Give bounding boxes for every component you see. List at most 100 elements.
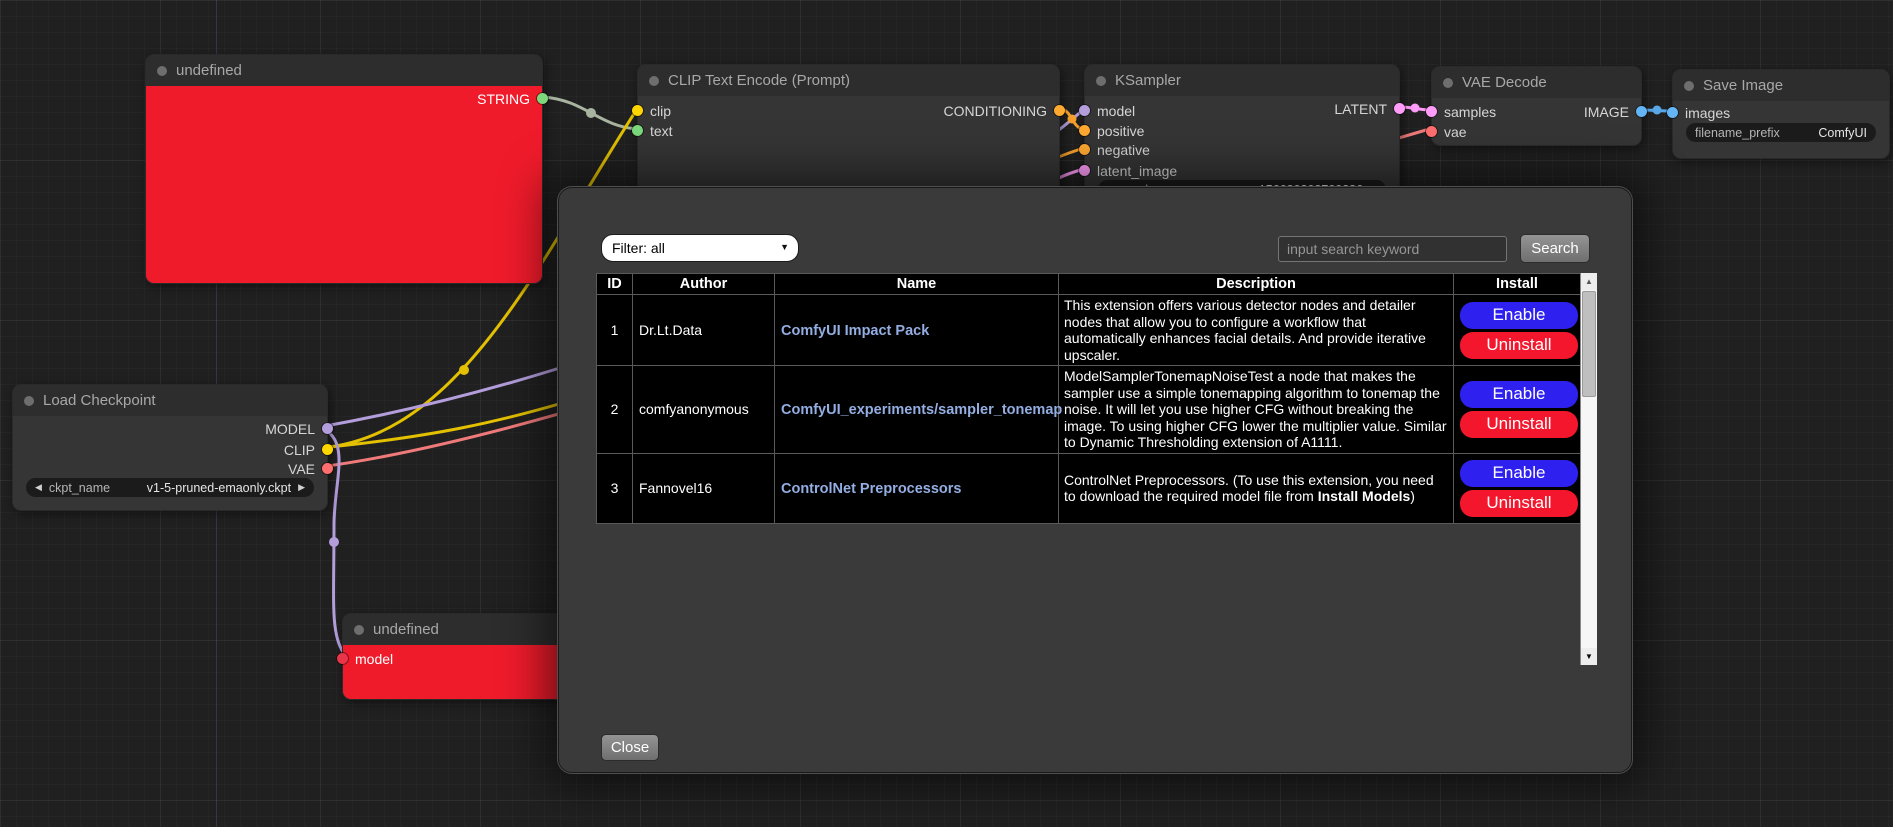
collapse-dot[interactable]: [1684, 81, 1694, 91]
widget-value: ComfyUI: [1818, 126, 1867, 140]
node-load-checkpoint[interactable]: Load Checkpoint MODEL CLIP VAE ◀ ckpt_na…: [12, 384, 328, 511]
collapse-dot[interactable]: [24, 396, 34, 406]
port-dot[interactable]: [1054, 105, 1065, 116]
port-dot[interactable]: [537, 93, 548, 104]
port-label: model: [1097, 103, 1135, 119]
node-title-bar[interactable]: CLIP Text Encode (Prompt): [638, 65, 1059, 96]
node-title: Load Checkpoint: [43, 392, 156, 409]
collapse-dot[interactable]: [157, 66, 167, 76]
port-dot[interactable]: [632, 125, 643, 136]
output-vae[interactable]: VAE: [288, 462, 333, 475]
output-model[interactable]: MODEL: [265, 422, 333, 435]
scroll-up-icon[interactable]: ▲: [1581, 273, 1597, 290]
previous-arrow-icon[interactable]: ◀: [35, 482, 42, 493]
extension-link[interactable]: ControlNet Preprocessors: [781, 481, 962, 497]
link-dot: [1068, 115, 1077, 124]
link-dot: [329, 537, 339, 547]
scroll-down-icon[interactable]: ▼: [1581, 648, 1597, 665]
port-label: positive: [1097, 123, 1144, 139]
collapse-dot[interactable]: [649, 76, 659, 86]
table-header-row: IDAuthorNameDescriptionInstall: [597, 274, 1581, 295]
uninstall-button[interactable]: Uninstall: [1460, 411, 1578, 438]
port-label: IMAGE: [1584, 104, 1629, 120]
node-undefined-top[interactable]: undefined STRING: [145, 54, 543, 284]
port-dot[interactable]: [1079, 125, 1090, 136]
input-latent-image[interactable]: latent_image: [1079, 164, 1177, 177]
collapse-dot[interactable]: [354, 625, 364, 635]
input-clip[interactable]: clip: [632, 104, 671, 117]
port-dot[interactable]: [1667, 107, 1678, 118]
node-title: undefined: [176, 62, 242, 79]
column-header-id: ID: [597, 274, 633, 295]
port-dot[interactable]: [322, 463, 333, 474]
output-conditioning[interactable]: CONDITIONING: [944, 104, 1065, 117]
node-save-image[interactable]: Save Image images filename_prefix ComfyU…: [1672, 69, 1890, 159]
port-dot[interactable]: [322, 444, 333, 455]
table-scrollbar[interactable]: ▲ ▼: [1580, 273, 1597, 665]
input-vae[interactable]: vae: [1426, 125, 1467, 138]
extension-author: Fannovel16: [633, 453, 775, 523]
port-dot[interactable]: [1079, 165, 1090, 176]
graph-canvas[interactable]: undefined STRING CLIP Text Encode (Promp…: [0, 0, 1893, 827]
enable-button[interactable]: Enable: [1460, 302, 1578, 329]
column-header-author: Author: [633, 274, 775, 295]
error-node-body: [146, 86, 542, 283]
filename-prefix-widget[interactable]: filename_prefix ComfyUI: [1686, 123, 1876, 142]
input-text[interactable]: text: [632, 124, 673, 137]
input-positive[interactable]: positive: [1079, 124, 1144, 137]
custom-nodes-dialog: Filter: all ▼ Search IDAuthorNameDescrip…: [558, 187, 1632, 773]
port-dot[interactable]: [1426, 126, 1437, 137]
extension-row: 1Dr.Lt.DataComfyUI Impact PackThis exten…: [597, 295, 1581, 366]
input-negative[interactable]: negative: [1079, 143, 1150, 156]
extension-row: 3Fannovel16ControlNet PreprocessorsContr…: [597, 453, 1581, 523]
port-dot[interactable]: [1394, 103, 1405, 114]
node-vae-decode[interactable]: VAE Decode samples vae IMAGE: [1431, 66, 1642, 146]
filter-select[interactable]: Filter: all: [601, 234, 799, 262]
uninstall-button[interactable]: Uninstall: [1460, 332, 1578, 359]
input-model[interactable]: model: [337, 652, 393, 665]
scrollbar-thumb[interactable]: [1582, 291, 1596, 397]
install-cell: Enable Uninstall: [1454, 295, 1581, 366]
extension-name: ComfyUI Impact Pack: [775, 295, 1059, 366]
node-title-bar[interactable]: KSampler: [1085, 65, 1399, 96]
input-model[interactable]: model: [1079, 104, 1135, 117]
port-dot[interactable]: [1426, 106, 1437, 117]
extension-link[interactable]: ComfyUI Impact Pack: [781, 323, 929, 339]
output-clip[interactable]: CLIP: [284, 443, 333, 456]
port-dot[interactable]: [632, 105, 643, 116]
ckpt-name-widget[interactable]: ◀ ckpt_name v1-5-pruned-emaonly.ckpt ▶: [26, 478, 314, 497]
search-button[interactable]: Search: [1520, 234, 1590, 263]
link-dot: [1653, 106, 1662, 115]
widget-value: v1-5-pruned-emaonly.ckpt: [147, 481, 291, 495]
extension-link[interactable]: ComfyUI_experiments/sampler_tonemap: [781, 402, 1062, 418]
close-button[interactable]: Close: [601, 734, 659, 761]
uninstall-button[interactable]: Uninstall: [1460, 490, 1578, 517]
node-title-bar[interactable]: undefined: [146, 55, 542, 86]
collapse-dot[interactable]: [1096, 76, 1106, 86]
input-samples[interactable]: samples: [1426, 105, 1496, 118]
output-string[interactable]: STRING: [477, 92, 548, 105]
port-label: model: [355, 651, 393, 667]
output-latent[interactable]: LATENT: [1334, 102, 1405, 115]
output-image[interactable]: IMAGE: [1584, 105, 1647, 118]
node-title-bar[interactable]: Load Checkpoint: [13, 385, 327, 416]
link-dot: [1411, 104, 1420, 113]
port-dot[interactable]: [1079, 105, 1090, 116]
node-clip-text-encode[interactable]: CLIP Text Encode (Prompt) clip text COND…: [637, 64, 1060, 204]
input-images[interactable]: images: [1667, 106, 1730, 119]
node-title-bar[interactable]: VAE Decode: [1432, 67, 1641, 98]
next-arrow-icon[interactable]: ▶: [298, 482, 305, 493]
search-input[interactable]: [1278, 236, 1507, 262]
enable-button[interactable]: Enable: [1460, 460, 1578, 487]
port-dot[interactable]: [337, 653, 348, 664]
extension-description: ControlNet Preprocessors. (To use this e…: [1059, 453, 1454, 523]
port-dot[interactable]: [1636, 106, 1647, 117]
port-label: images: [1685, 105, 1730, 121]
node-title-bar[interactable]: Save Image: [1673, 70, 1889, 101]
enable-button[interactable]: Enable: [1460, 381, 1578, 408]
port-dot[interactable]: [322, 423, 333, 434]
collapse-dot[interactable]: [1443, 78, 1453, 88]
port-dot[interactable]: [1079, 144, 1090, 155]
port-label: latent_image: [1097, 163, 1177, 179]
link-dot: [586, 108, 596, 118]
